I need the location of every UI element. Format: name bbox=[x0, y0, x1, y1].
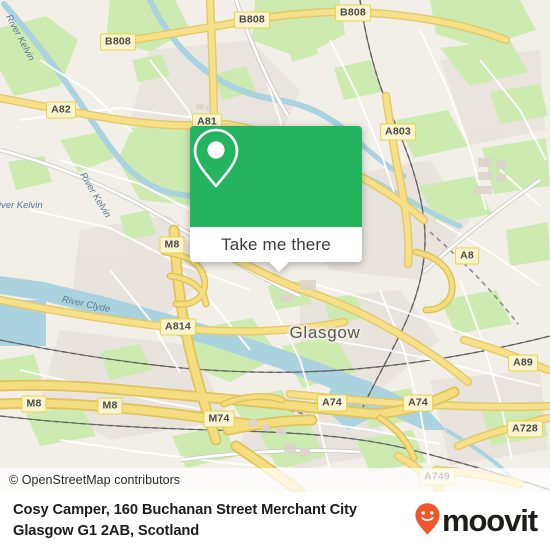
road-shield[interactable]: A803 bbox=[380, 123, 416, 141]
address-block: Cosy Camper, 160 Buchanan Street Merchan… bbox=[0, 500, 414, 542]
road-shield[interactable]: A8 bbox=[455, 247, 479, 265]
road-shield[interactable]: B808 bbox=[234, 11, 270, 29]
popup-pointer-tail bbox=[268, 261, 290, 272]
road-shield[interactable]: A728 bbox=[507, 420, 543, 438]
road-shield[interactable]: M8 bbox=[97, 397, 123, 415]
road-shield[interactable]: M8 bbox=[159, 236, 185, 254]
road-shield[interactable]: M74 bbox=[203, 410, 235, 428]
road-shield[interactable]: A74 bbox=[317, 394, 347, 412]
road-shield[interactable]: B808 bbox=[335, 4, 371, 22]
take-me-there-label: Take me there bbox=[221, 234, 331, 254]
road-shield[interactable]: A74 bbox=[403, 394, 433, 412]
road-shield[interactable]: B808 bbox=[100, 33, 136, 51]
address-line-1: Cosy Camper, 160 Buchanan Street Merchan… bbox=[13, 502, 357, 518]
map-screenshot: River Kelvin River Kelvin River Kelvin R… bbox=[0, 0, 550, 550]
attribution-text[interactable]: © OpenStreetMap contributors bbox=[0, 473, 180, 487]
take-me-there-button[interactable]: Take me there bbox=[190, 227, 362, 262]
city-label: Glasgow bbox=[289, 323, 361, 342]
road-shield[interactable]: A82 bbox=[46, 101, 76, 119]
road-shield[interactable]: A814 bbox=[160, 318, 196, 336]
moovit-logo[interactable]: moovit bbox=[414, 502, 550, 541]
road-shield[interactable]: A89 bbox=[508, 354, 538, 372]
location-popup-card[interactable]: Take me there bbox=[190, 126, 362, 272]
moovit-wordmark: moovit bbox=[441, 503, 538, 538]
water-label: River Kelvin bbox=[0, 200, 43, 211]
map-attribution-bar: © OpenStreetMap contributors bbox=[0, 468, 550, 492]
map-canvas[interactable]: River Kelvin River Kelvin River Kelvin R… bbox=[0, 0, 550, 492]
address-line-2: Glasgow G1 2AB, Scotland bbox=[13, 523, 200, 539]
footer-bar: Cosy Camper, 160 Buchanan Street Merchan… bbox=[0, 492, 550, 550]
road-shield[interactable]: M8 bbox=[21, 395, 47, 413]
moovit-pin-icon bbox=[414, 502, 441, 541]
popup-icon-area bbox=[190, 126, 362, 227]
